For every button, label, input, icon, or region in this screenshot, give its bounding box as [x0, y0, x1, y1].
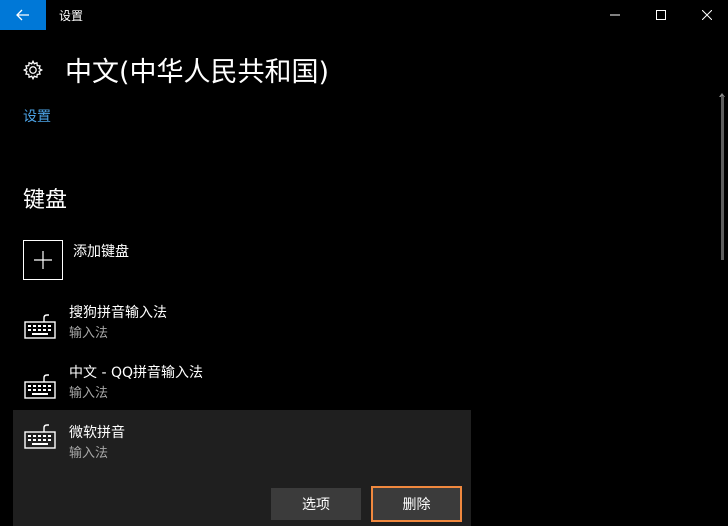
keyboard-icon [24, 314, 56, 339]
back-button[interactable] [0, 0, 46, 30]
keyboard-icon [24, 424, 56, 449]
keyboard-item-name: 微软拼音 [69, 425, 125, 441]
keyboard-item-type: 输入法 [69, 446, 109, 461]
keyboard-icon [24, 374, 56, 399]
add-keyboard-label[interactable]: 添加键盘 [73, 241, 129, 261]
window-title: 设置 [59, 9, 84, 23]
plus-icon [34, 251, 52, 269]
gear-icon [22, 59, 44, 81]
title-bar: 设置 [0, 0, 728, 30]
delete-button[interactable]: 删除 [371, 486, 462, 522]
options-button[interactable]: 选项 [271, 488, 361, 520]
scrollbar-thumb[interactable] [721, 96, 724, 260]
keyboard-item-name: 中文 - QQ拼音输入法 [69, 365, 203, 381]
minimize-icon [610, 14, 620, 16]
close-icon [702, 10, 712, 20]
page-title: 中文(中华人民共和国) [65, 57, 330, 88]
keyboard-item-type: 输入法 [69, 326, 109, 341]
keyboard-item-type: 输入法 [69, 386, 109, 401]
keyboard-item-name: 搜狗拼音输入法 [69, 305, 167, 321]
minimize-button[interactable] [592, 0, 638, 30]
close-button[interactable] [684, 0, 728, 30]
maximize-icon [656, 10, 666, 20]
add-keyboard-button[interactable] [23, 240, 63, 280]
back-arrow-icon [16, 9, 29, 21]
maximize-button[interactable] [638, 0, 684, 30]
keyboard-section-title: 键盘 [23, 188, 68, 213]
settings-link[interactable]: 设置 [23, 106, 51, 126]
keyboard-item-sogou[interactable]: 搜狗拼音输入法 输入法 [13, 300, 471, 360]
